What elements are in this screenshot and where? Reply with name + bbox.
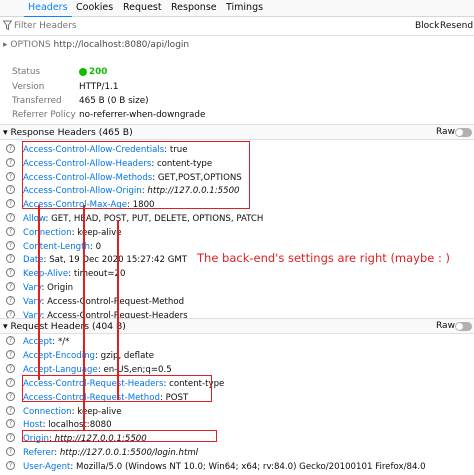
header-row[interactable]: ? Keep-Alive: timeout=20 [6, 268, 125, 280]
question-icon[interactable]: ? [6, 213, 15, 222]
tab-response[interactable]: Response [167, 0, 221, 17]
raw-label: Raw [436, 127, 455, 137]
question-icon[interactable]: ? [6, 199, 15, 209]
question-icon[interactable]: ? [6, 226, 15, 236]
header-name: Accept-Language [23, 364, 98, 375]
question-icon[interactable]: ? [6, 185, 15, 195]
header-row[interactable]: ? User-Agent: Mozilla/5.0 (Windows NT 10.… [6, 461, 426, 473]
header-name: Referer [23, 448, 55, 459]
chevron-down-icon: ▾ [3, 127, 11, 138]
header-row[interactable]: ? Referer: http://127.0.0.1:5500/login.ht… [6, 447, 198, 459]
annotation-line [117, 220, 119, 400]
question-icon[interactable]: ? [6, 295, 15, 305]
header-name: Connection [23, 227, 72, 238]
header-row[interactable]: ? Content-Length: 0 [6, 240, 102, 253]
question-icon[interactable]: ? [6, 461, 15, 471]
filter-headers-input[interactable] [14, 19, 394, 33]
header-value: */* [57, 337, 70, 347]
summary-key: Status [12, 67, 41, 77]
request-line: ▸ OPTIONS http://localhost:8080/api/logi… [3, 40, 189, 50]
header-name: User-Agent [23, 462, 71, 473]
header-row[interactable]: ? Connection: keep-alive [6, 226, 122, 239]
header-row[interactable]: ? Date: Sat, 19 Dec 2020 15:27:42 GMT [6, 254, 187, 266]
header-name: Host [23, 420, 43, 431]
question-icon[interactable]: ? [6, 349, 15, 359]
summary-value: no-referrer-when-downgrade [79, 110, 206, 120]
header-name: Content-Length [23, 241, 90, 252]
header-row[interactable]: ? Allow: GET, HEAD, POST, PUT, DELETE, OP… [6, 213, 263, 225]
tab-headers[interactable]: Headers [24, 0, 72, 18]
header-value: Mozilla/5.0 (Windows NT 10.0; Win64; x64… [76, 462, 426, 473]
header-row[interactable]: ? Connection: keep-alive [6, 405, 122, 418]
tab-timings[interactable]: Timings [222, 0, 267, 17]
header-value: 0 [95, 241, 102, 252]
header-name: Keep-Alive [23, 269, 69, 280]
summary-key: Referrer Policy [12, 110, 76, 120]
request-headers-section[interactable]: ▾ Request Headers (404 B) Raw [0, 318, 474, 334]
question-icon[interactable]: ? [6, 433, 15, 443]
question-icon[interactable]: ? [6, 157, 15, 167]
request-method: OPTIONS [10, 40, 51, 50]
tab-cookies[interactable]: Cookies [72, 0, 117, 17]
status-ok-icon [79, 67, 87, 76]
question-icon[interactable]: ? [6, 171, 15, 181]
filter-icon [3, 20, 12, 31]
header-value: http://127.0.0.1:5500/login.html [59, 448, 199, 459]
raw-label: Raw [436, 321, 455, 331]
summary-key: Version [12, 82, 45, 92]
annotation-note: The back-end's settings are right (maybe… [197, 251, 451, 265]
question-icon[interactable]: ? [6, 405, 15, 415]
header-name: Date [23, 255, 44, 266]
annotation-line [38, 205, 40, 380]
question-icon[interactable]: ? [6, 282, 15, 291]
summary-key: Transferred [12, 96, 62, 106]
question-icon[interactable]: ? [6, 144, 15, 153]
header-value: Access-Control-Request-Method [47, 296, 185, 307]
raw-toggle[interactable] [455, 128, 472, 137]
request-url: http://localhost:8080/api/login [53, 40, 190, 50]
header-row[interactable]: ? Accept-Language: en-US,en;q=0.5 [6, 363, 172, 376]
header-row[interactable]: ? Vary: Access-Control-Request-Method [6, 295, 185, 308]
annotation-box-origin [22, 430, 217, 442]
question-icon[interactable]: ? [6, 447, 15, 457]
header-value: gzip, deflate [100, 350, 154, 361]
response-headers-section[interactable]: ▾ Response Headers (465 B) Raw [0, 124, 474, 140]
chevron-right-icon[interactable]: ▸ [3, 40, 8, 50]
tab-request[interactable]: Request [119, 0, 166, 17]
annotation-line [83, 205, 85, 430]
header-row[interactable]: ? Accept-Encoding: gzip, deflate [6, 349, 154, 362]
question-icon[interactable]: ? [6, 336, 15, 345]
chevron-down-icon: ▾ [3, 321, 11, 332]
resend-button[interactable]: Resend [440, 21, 473, 31]
annotation-box-cors-response [22, 141, 250, 209]
tab-bar: Headers Cookies Request Response Timings [0, 0, 474, 18]
question-icon[interactable]: ? [6, 240, 15, 250]
header-name: Allow [23, 214, 46, 224]
summary-value: 465 B (0 B size) [79, 96, 149, 106]
response-headers-title: Response Headers (465 B) [10, 127, 133, 138]
summary-value: HTTP/1.1 [79, 82, 119, 92]
status-code: 200 [89, 67, 108, 77]
question-icon[interactable]: ? [6, 254, 15, 264]
block-button[interactable]: Block [415, 21, 439, 31]
question-icon[interactable]: ? [6, 268, 15, 278]
header-value: Origin [47, 283, 74, 293]
question-icon[interactable]: ? [6, 363, 15, 373]
header-value: localhost:8080 [48, 420, 112, 431]
question-icon[interactable]: ? [6, 391, 15, 401]
header-value: en-US,en;q=0.5 [103, 364, 172, 375]
question-icon[interactable]: ? [6, 419, 15, 429]
raw-toggle[interactable] [455, 322, 472, 331]
header-name: Connection [23, 406, 72, 417]
filter-bar: Block Resend [0, 17, 474, 36]
question-icon[interactable]: ? [6, 377, 15, 387]
request-headers-title: Request Headers (404 B) [10, 321, 126, 332]
